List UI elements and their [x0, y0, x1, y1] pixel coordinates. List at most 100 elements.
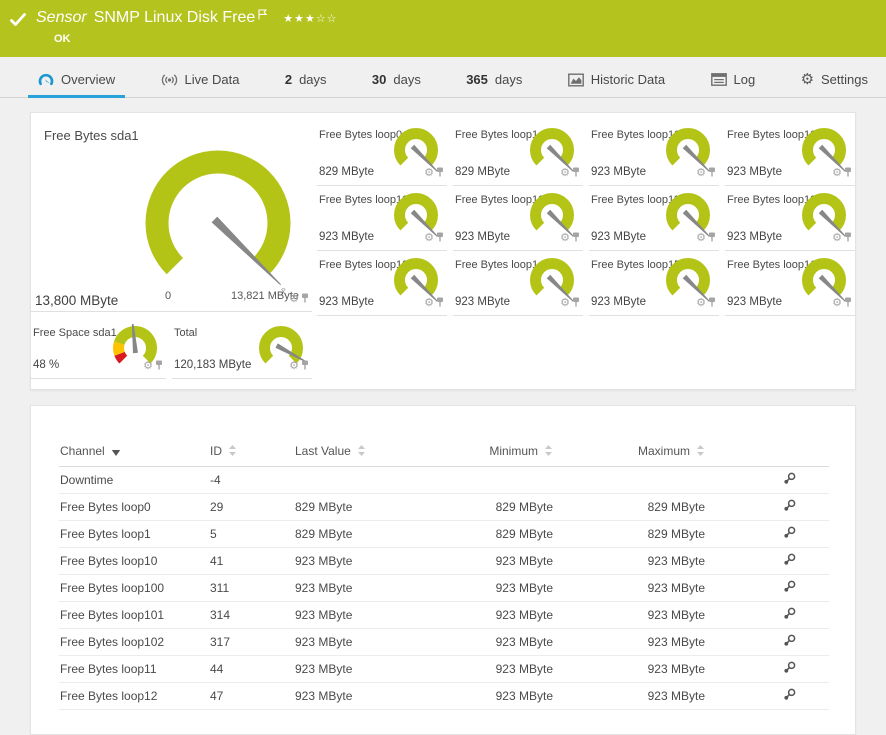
- channel-settings-icon[interactable]: [782, 552, 797, 570]
- gear-icon[interactable]: ⚙: [832, 298, 842, 308]
- gear-icon[interactable]: ⚙: [696, 233, 706, 243]
- gear-icon[interactable]: ⚙: [560, 233, 570, 243]
- maximum-cell: 923 MByte: [554, 628, 706, 655]
- actions-cell: [706, 574, 829, 601]
- channel-settings-icon[interactable]: [782, 471, 797, 489]
- pin-icon[interactable]: [301, 290, 309, 308]
- gear-icon[interactable]: ⚙: [424, 168, 434, 178]
- pin-icon[interactable]: [844, 229, 852, 247]
- tab-settings[interactable]: ⚙ Settings: [791, 62, 878, 97]
- actions-cell: [706, 628, 829, 655]
- pin-icon[interactable]: [436, 164, 444, 182]
- id-cell: 41: [209, 547, 294, 574]
- last-value-cell: 829 MByte: [294, 520, 449, 547]
- status-badge: OK: [54, 33, 338, 45]
- last-value-cell: 923 MByte: [294, 574, 449, 601]
- table-row: Free Bytes loop029829 MByte829 MByte829 …: [59, 493, 829, 520]
- id-cell: 311: [209, 574, 294, 601]
- channel-settings-icon[interactable]: [782, 525, 797, 543]
- gear-icon[interactable]: ⚙: [424, 298, 434, 308]
- gear-icon[interactable]: ⚙: [696, 168, 706, 178]
- column-header-minimum[interactable]: Minimum: [449, 438, 554, 466]
- column-header-actions: [706, 438, 829, 466]
- gauge-value: 120,183 MByte: [174, 359, 251, 371]
- gear-icon[interactable]: ⚙: [424, 233, 434, 243]
- maximum-cell: [554, 466, 706, 493]
- gauge-value: 13,800 MByte: [35, 293, 118, 308]
- channel-settings-icon[interactable]: [782, 660, 797, 678]
- column-header-maximum[interactable]: Maximum: [554, 438, 706, 466]
- id-cell: 44: [209, 655, 294, 682]
- maximum-cell: 923 MByte: [554, 601, 706, 628]
- gauge-value: 829 MByte: [319, 166, 374, 178]
- gear-icon[interactable]: ⚙: [143, 361, 153, 371]
- column-header-channel[interactable]: Channel: [59, 438, 209, 466]
- table-row: Free Bytes loop1041923 MByte923 MByte923…: [59, 547, 829, 574]
- channels-panel: ChannelIDLast ValueMinimumMaximum Downti…: [30, 405, 856, 735]
- gauge-cell: Free Bytes loop102 923 MByte ⚙: [453, 186, 583, 251]
- pin-icon[interactable]: [572, 229, 580, 247]
- gauge-value: 923 MByte: [727, 296, 782, 308]
- gauge-value: 923 MByte: [727, 231, 782, 243]
- column-header-last-value[interactable]: Last Value: [294, 438, 449, 466]
- gear-icon[interactable]: ⚙: [560, 168, 570, 178]
- pin-icon[interactable]: [844, 294, 852, 312]
- page-title: SNMP Linux Disk Free: [94, 9, 256, 27]
- gauge-value: 923 MByte: [591, 166, 646, 178]
- pin-icon[interactable]: [708, 164, 716, 182]
- channel-settings-icon[interactable]: [782, 498, 797, 516]
- gear-icon[interactable]: ⚙: [560, 298, 570, 308]
- sort-both-icon: [544, 445, 553, 459]
- id-cell: 5: [209, 520, 294, 547]
- gear-icon[interactable]: ⚙: [696, 298, 706, 308]
- channel-settings-icon[interactable]: [782, 633, 797, 651]
- tab-log[interactable]: Log: [701, 62, 766, 97]
- minimum-cell: 923 MByte: [449, 655, 554, 682]
- table-row: Free Bytes loop101314923 MByte923 MByte9…: [59, 601, 829, 628]
- gauge-value: 829 MByte: [455, 166, 510, 178]
- actions-cell: [706, 655, 829, 682]
- channel-settings-icon[interactable]: [782, 579, 797, 597]
- tab-number: 30: [372, 72, 386, 87]
- pin-icon[interactable]: [844, 164, 852, 182]
- gear-icon[interactable]: ⚙: [832, 233, 842, 243]
- tab-label: days: [299, 72, 326, 87]
- tab-number: 2: [285, 72, 292, 87]
- column-header-id[interactable]: ID: [209, 438, 294, 466]
- tab-2-days[interactable]: 2 days: [275, 62, 337, 97]
- channels-table: ChannelIDLast ValueMinimumMaximum Downti…: [59, 438, 829, 710]
- pin-icon[interactable]: [572, 164, 580, 182]
- sort-both-icon: [696, 445, 705, 459]
- sort-both-icon: [228, 445, 237, 459]
- pin-icon[interactable]: [708, 229, 716, 247]
- channel-settings-icon[interactable]: [782, 606, 797, 624]
- gear-icon[interactable]: ⚙: [289, 294, 299, 304]
- tab-historic-data[interactable]: Historic Data: [558, 62, 675, 97]
- gauge-cell: Free Bytes loop12 923 MByte ⚙: [725, 186, 855, 251]
- pin-icon[interactable]: [155, 357, 163, 375]
- gauge-icon: [38, 72, 54, 87]
- gear-icon[interactable]: ⚙: [289, 361, 299, 371]
- gear-icon[interactable]: ⚙: [832, 168, 842, 178]
- channel-cell: Free Bytes loop11: [59, 655, 209, 682]
- gauge-value: 923 MByte: [591, 296, 646, 308]
- id-cell: 29: [209, 493, 294, 520]
- minimum-cell: 923 MByte: [449, 574, 554, 601]
- gauge-value: 923 MByte: [727, 166, 782, 178]
- priority-stars[interactable]: ★★★☆☆: [283, 10, 337, 28]
- tab-live-data[interactable]: Live Data: [151, 62, 250, 97]
- pin-icon[interactable]: [708, 294, 716, 312]
- tab-30-days[interactable]: 30 days: [362, 62, 431, 97]
- minimum-cell: 923 MByte: [449, 547, 554, 574]
- pin-icon[interactable]: [301, 357, 309, 375]
- pin-icon[interactable]: [436, 294, 444, 312]
- pin-icon[interactable]: [572, 294, 580, 312]
- channel-settings-icon[interactable]: [782, 687, 797, 705]
- gauge-cell: Free Bytes loop15 923 MByte ⚙: [589, 251, 719, 316]
- gauge-cell: Free Bytes loop11 923 MByte ⚙: [589, 186, 719, 251]
- actions-cell: [706, 520, 829, 547]
- flag-icon[interactable]: [258, 7, 267, 25]
- pin-icon[interactable]: [436, 229, 444, 247]
- tab-overview[interactable]: Overview: [28, 62, 125, 97]
- tab-365-days[interactable]: 365 days: [456, 62, 532, 97]
